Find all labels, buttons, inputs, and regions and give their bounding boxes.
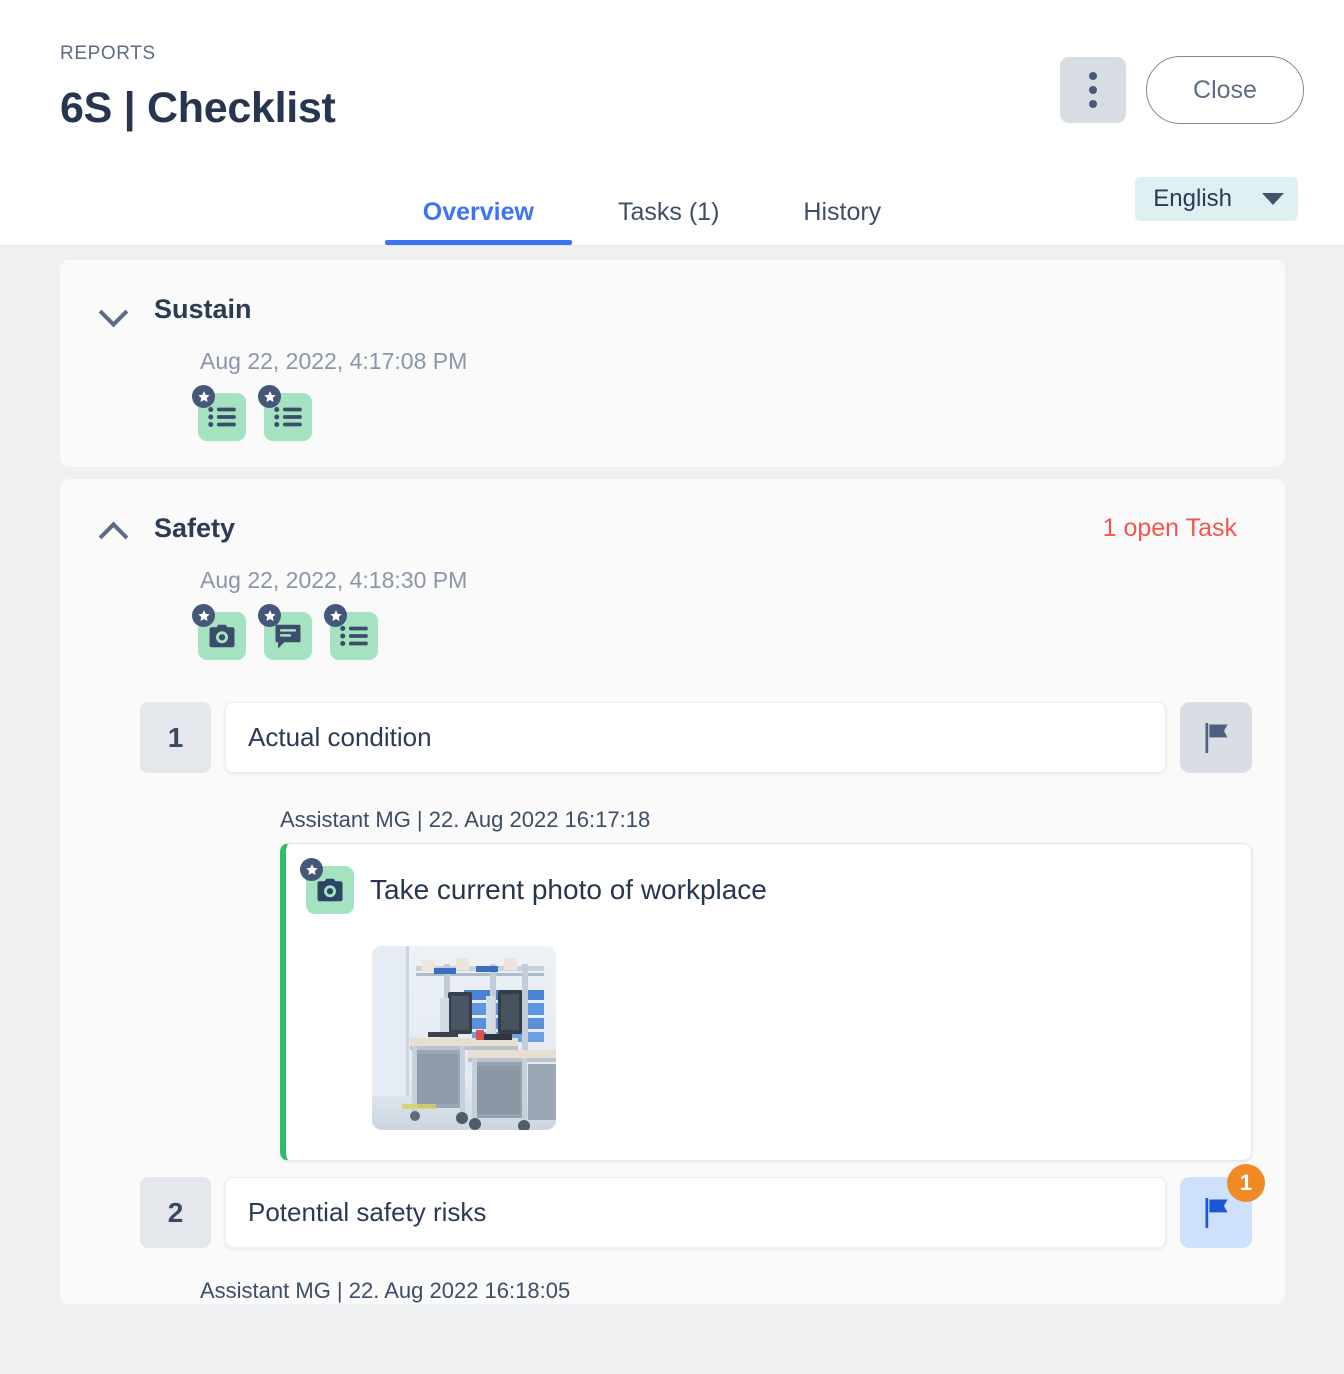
star-badge-icon [192, 604, 215, 627]
page-title: 6S | Checklist [60, 84, 336, 132]
flag-button[interactable]: 1 [1180, 1164, 1265, 1248]
more-options-button[interactable] [1060, 57, 1126, 123]
section-header[interactable]: Safety 1 open Task [60, 501, 1285, 545]
star-badge-icon [258, 385, 281, 408]
star-badge-icon [192, 385, 215, 408]
flag-icon [1205, 722, 1228, 753]
page-header: REPORTS 6S | Checklist Close Overview Ta… [0, 0, 1344, 246]
breadcrumb: REPORTS [60, 43, 156, 64]
kebab-dot [1089, 100, 1097, 108]
answer-meta: Assistant MG | 22. Aug 2022 16:18:05 [200, 1278, 571, 1303]
tab-tasks[interactable]: Tasks (1) [576, 198, 761, 245]
star-badge-icon [324, 604, 347, 627]
answer-card: Take current photo of workplace [280, 843, 1252, 1161]
kebab-dot [1089, 72, 1097, 80]
section-card-sustain: Sustain Aug 22, 2022, 4:17:08 PM [60, 260, 1285, 467]
section-card-safety: Safety 1 open Task Aug 22, 2022, 4:18:30… [60, 479, 1285, 1304]
answer-block: Assistant MG | 22. Aug 2022 16:17:18 Tak… [60, 807, 1285, 1161]
question-row: 2 Potential safety risks 1 [60, 1164, 1285, 1248]
section-header[interactable]: Sustain [60, 282, 1285, 326]
list-icon [258, 385, 312, 441]
section-icon-row [60, 375, 1285, 467]
header-top-row: REPORTS 6S | Checklist Close [0, 0, 1344, 132]
question-row: 1 Actual condition [60, 702, 1285, 773]
report-content: Sustain Aug 22, 2022, 4:17:08 PM Safety … [0, 246, 1344, 1304]
tabs: Overview Tasks (1) History [381, 198, 923, 245]
close-button[interactable]: Close [1146, 56, 1304, 124]
section-title: Safety [154, 512, 236, 543]
list-icon [324, 604, 378, 660]
question-number: 2 [140, 1177, 211, 1248]
chevron-down-icon[interactable] [98, 292, 132, 326]
chevron-down-icon [1262, 193, 1284, 205]
comment-icon [258, 604, 312, 660]
flag-task-count-badge: 1 [1227, 1164, 1265, 1202]
kebab-dot [1089, 86, 1097, 94]
photo-thumbnail [372, 946, 556, 1130]
section-icon-row [60, 594, 1285, 686]
question-text[interactable]: Potential safety risks [225, 1177, 1166, 1248]
star-badge-icon [258, 604, 281, 627]
question-number: 1 [140, 702, 211, 773]
list-icon [192, 385, 246, 441]
answer-header: Take current photo of workplace [300, 858, 1227, 914]
language-select[interactable]: English [1135, 177, 1298, 221]
answer-meta: Assistant MG | 22. Aug 2022 16:17:18 [280, 807, 651, 832]
camera-icon [192, 604, 246, 660]
chevron-up-icon[interactable] [98, 511, 132, 545]
title-block: REPORTS 6S | Checklist [60, 44, 336, 132]
star-badge-icon [300, 858, 323, 881]
tab-overview[interactable]: Overview [381, 198, 576, 245]
workplace-photo[interactable] [372, 946, 556, 1130]
section-title: Sustain [154, 293, 252, 324]
tab-history[interactable]: History [761, 198, 923, 245]
section-timestamp: Aug 22, 2022, 4:17:08 PM [200, 348, 468, 374]
flag-icon [1205, 1197, 1228, 1228]
language-select-value: English [1153, 185, 1232, 212]
tab-bar: Overview Tasks (1) History English [0, 157, 1344, 245]
header-actions: Close [1060, 56, 1304, 124]
flag-button[interactable] [1180, 702, 1252, 773]
question-text[interactable]: Actual condition [225, 702, 1166, 773]
open-task-label: 1 open Task [1102, 513, 1237, 542]
camera-icon [300, 858, 354, 914]
section-timestamp: Aug 22, 2022, 4:18:30 PM [200, 567, 468, 593]
answer-title: Take current photo of workplace [370, 874, 767, 905]
